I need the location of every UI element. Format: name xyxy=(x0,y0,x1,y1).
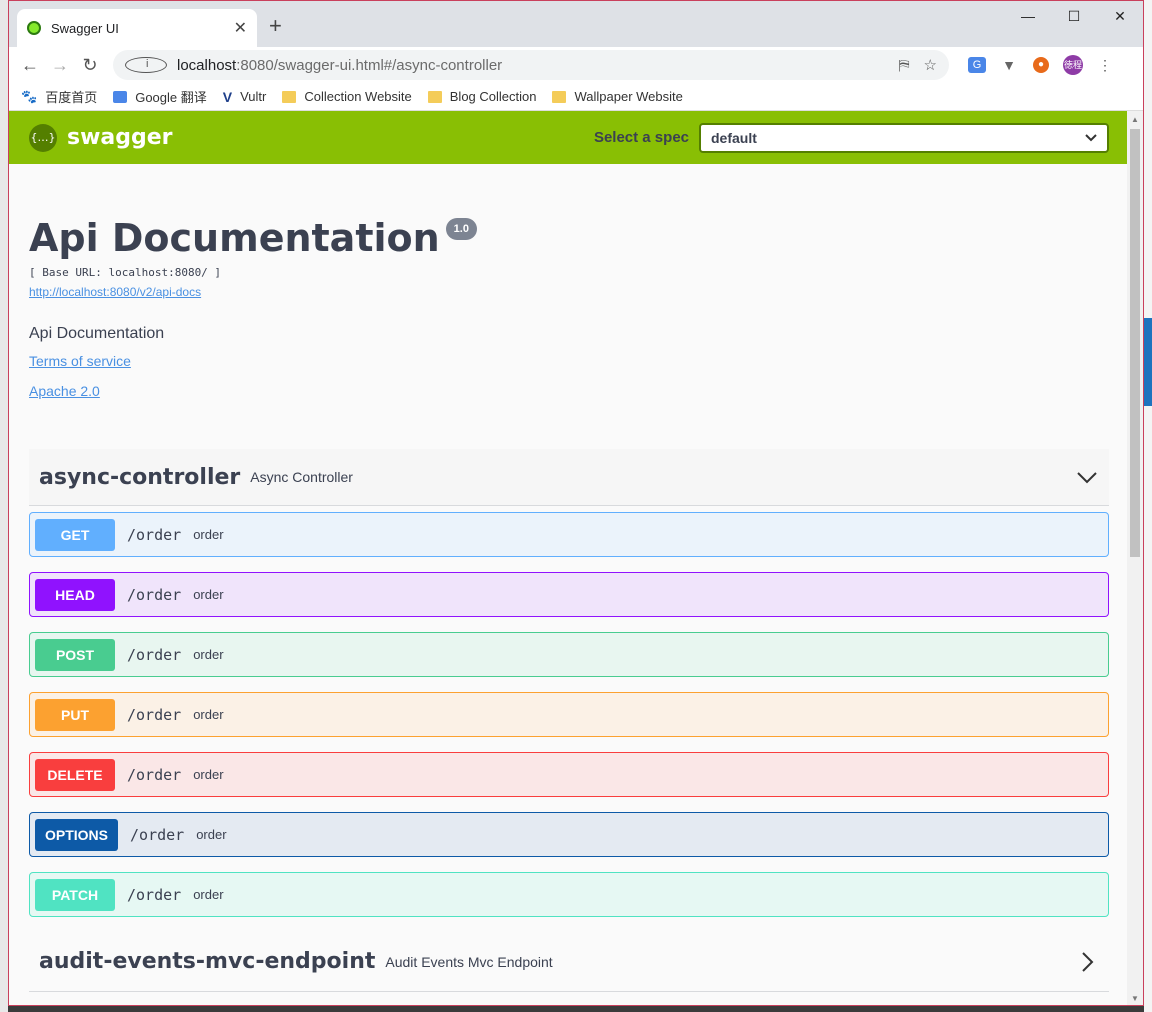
back-button[interactable]: ← xyxy=(15,55,45,76)
site-info-icon[interactable]: i xyxy=(125,57,167,73)
tab-strip: Swagger UI ✕ + — ☐ ✕ xyxy=(9,1,1143,47)
operation-path: /order xyxy=(127,645,182,664)
vultr-icon: V xyxy=(222,88,233,105)
swagger-logo[interactable]: {…} swagger xyxy=(29,123,173,152)
new-tab-button[interactable]: + xyxy=(269,13,282,39)
background-window-left xyxy=(0,0,8,1012)
scroll-down-icon[interactable]: ▼ xyxy=(1131,994,1139,1003)
tab-title: Swagger UI xyxy=(51,20,119,36)
operations-list: GET/order order HEAD/order order POST/orde… xyxy=(29,506,1109,917)
bookmark-vultr[interactable]: V Vultr xyxy=(223,89,267,105)
bookmark-star-icon[interactable]: ☆ xyxy=(924,56,937,74)
swagger-page: {…} swagger Select a spec default Api Do… xyxy=(9,111,1129,1005)
scroll-up-icon[interactable]: ▲ xyxy=(1131,115,1139,124)
bookmark-blog-collection[interactable]: Blog Collection xyxy=(427,89,536,104)
base-url: [ Base URL: localhost:8080/ ] xyxy=(29,266,222,279)
profile-avatar[interactable]: 徳程 xyxy=(1063,55,1083,75)
spec-select-label: Select a spec xyxy=(593,129,689,146)
bookmark-google-translate[interactable]: Google 翻译 xyxy=(113,87,207,106)
terms-of-service-link[interactable]: Terms of service xyxy=(29,353,131,369)
operation-path: /order xyxy=(127,525,182,544)
minimize-button[interactable]: — xyxy=(1005,1,1051,31)
background-window-right xyxy=(1144,0,1152,1012)
chevron-down-icon[interactable] xyxy=(1075,465,1099,489)
operation-summary: order xyxy=(193,647,224,662)
folder-icon xyxy=(552,90,567,103)
method-badge: PATCH xyxy=(35,878,115,911)
tag-description: Async Controller xyxy=(250,469,353,485)
method-badge: HEAD xyxy=(35,578,115,611)
page-title: Api Documentation xyxy=(29,216,440,260)
scrollbar-thumb[interactable] xyxy=(1130,129,1140,557)
spec-selector: Select a spec default xyxy=(593,122,1109,153)
bookmark-wallpaper-website[interactable]: Wallpaper Website xyxy=(552,89,683,104)
api-docs-link[interactable]: http://localhost:8080/v2/api-docs xyxy=(29,285,201,299)
operation-summary: order xyxy=(193,707,224,722)
operation-options[interactable]: OPTIONS/order order xyxy=(29,812,1109,857)
operation-summary: order xyxy=(193,587,224,602)
swagger-logo-icon: {…} xyxy=(29,123,57,152)
swagger-favicon-icon xyxy=(27,21,41,35)
operation-summary: order xyxy=(193,767,224,782)
method-badge: PUT xyxy=(35,698,115,731)
method-badge: GET xyxy=(35,518,115,551)
browser-window: Swagger UI ✕ + — ☐ ✕ ← → ↻ i localhost:8… xyxy=(8,0,1144,1006)
operation-path: /order xyxy=(127,885,182,904)
paw-icon: 🐾 xyxy=(21,88,38,104)
forward-button[interactable]: → xyxy=(45,55,75,76)
vue-devtools-icon[interactable]: ▼ xyxy=(993,57,1025,73)
window-controls: — ☐ ✕ xyxy=(1005,1,1143,31)
operation-path: /order xyxy=(127,705,182,724)
api-info: Api Documentation 1.0 [ Base URL: localh… xyxy=(9,216,1129,401)
extensions-area: G ▼ ● 徳程 ⋮ xyxy=(961,55,1121,75)
close-window-button[interactable]: ✕ xyxy=(1097,1,1143,31)
operation-get[interactable]: GET/order order xyxy=(29,512,1109,557)
browser-toolbar: ← → ↻ i localhost:8080/swagger-ui.html#/… xyxy=(9,47,1143,83)
operation-delete[interactable]: DELETE/order order xyxy=(29,752,1109,797)
version-badge: 1.0 xyxy=(445,218,477,240)
spec-select-dropdown[interactable]: default xyxy=(699,122,1109,153)
bookmark-collection-website[interactable]: Collection Website xyxy=(282,89,412,104)
operation-summary: order xyxy=(193,527,224,542)
operation-path: /order xyxy=(127,765,182,784)
reload-button[interactable]: ↻ xyxy=(75,55,105,76)
tag-description: Audit Events Mvc Endpoint xyxy=(385,953,553,970)
page-scrollbar[interactable]: ▲ ▼ xyxy=(1127,111,1143,1005)
operation-put[interactable]: PUT/order order xyxy=(29,692,1109,737)
close-tab-icon[interactable]: ✕ xyxy=(234,18,247,38)
tag-header-async-controller[interactable]: async-controller Async Controller xyxy=(29,449,1109,506)
maximize-button[interactable]: ☐ xyxy=(1051,1,1097,31)
tag-header-audit-events-mvc-endpoint[interactable]: audit-events-mvc-endpoint Audit Events M… xyxy=(29,932,1109,992)
google-translate-icon xyxy=(113,90,128,103)
url-text[interactable]: localhost:8080/swagger-ui.html#/async-co… xyxy=(177,57,885,74)
browser-tab[interactable]: Swagger UI ✕ xyxy=(17,9,257,47)
bookmarks-bar: 🐾 百度首页 Google 翻译 V Vultr Collection Websit… xyxy=(9,83,1143,111)
operation-post[interactable]: POST/order order xyxy=(29,632,1109,677)
swagger-topbar: {…} swagger Select a spec default xyxy=(9,111,1129,164)
google-translate-extension-icon[interactable]: G xyxy=(968,57,986,73)
address-bar[interactable]: i localhost:8080/swagger-ui.html#/async-… xyxy=(113,50,949,80)
operation-path: /order xyxy=(130,825,185,844)
operation-patch[interactable]: PATCH/order order xyxy=(29,872,1109,917)
operation-summary: order xyxy=(196,827,227,842)
folder-icon xyxy=(282,90,297,103)
folder-icon xyxy=(427,90,442,103)
translate-page-icon[interactable]: ⛿ xyxy=(899,57,910,74)
api-description: Api Documentation xyxy=(29,325,165,342)
tag-name: async-controller xyxy=(39,464,241,490)
method-badge: DELETE xyxy=(35,758,115,791)
operation-summary: order xyxy=(193,887,224,902)
license-link[interactable]: Apache 2.0 xyxy=(29,383,100,399)
async-controller-section: async-controller Async Controller GET/or… xyxy=(29,449,1109,992)
chevron-right-icon[interactable] xyxy=(1075,950,1099,974)
method-badge: POST xyxy=(35,638,115,671)
operation-path: /order xyxy=(127,585,182,604)
menu-kebab-icon[interactable]: ⋮ xyxy=(1089,57,1121,74)
chevron-down-icon xyxy=(1085,133,1097,141)
tag-name: audit-events-mvc-endpoint xyxy=(39,949,376,974)
operation-head[interactable]: HEAD/order order xyxy=(29,572,1109,617)
bookmark-baidu[interactable]: 🐾 百度首页 xyxy=(21,87,97,106)
ublock-extension-icon[interactable]: ● xyxy=(1033,57,1049,73)
method-badge: OPTIONS xyxy=(35,818,119,851)
